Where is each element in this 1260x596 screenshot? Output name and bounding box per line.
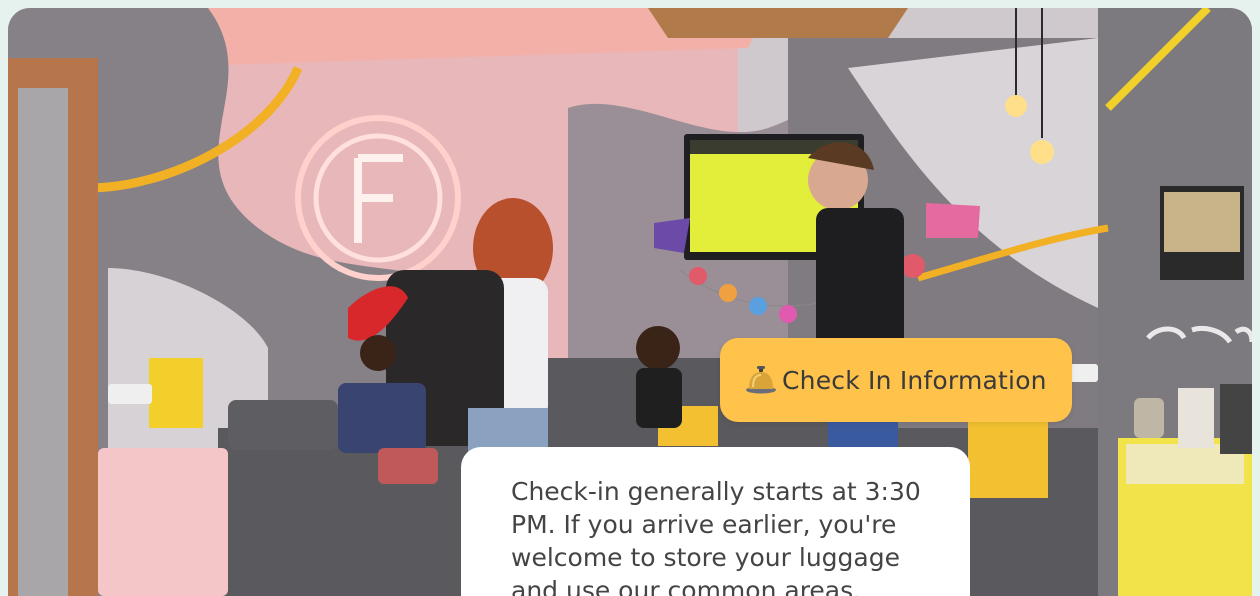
bell-icon: [744, 365, 778, 395]
check-in-info-text: Check-in generally starts at 3:30 PM. If…: [511, 477, 921, 596]
check-in-information-button[interactable]: Check In Information: [720, 338, 1072, 422]
check-in-info-panel: Check-in generally starts at 3:30 PM. If…: [461, 447, 970, 596]
check-in-button-label: Check In Information: [782, 365, 1047, 395]
